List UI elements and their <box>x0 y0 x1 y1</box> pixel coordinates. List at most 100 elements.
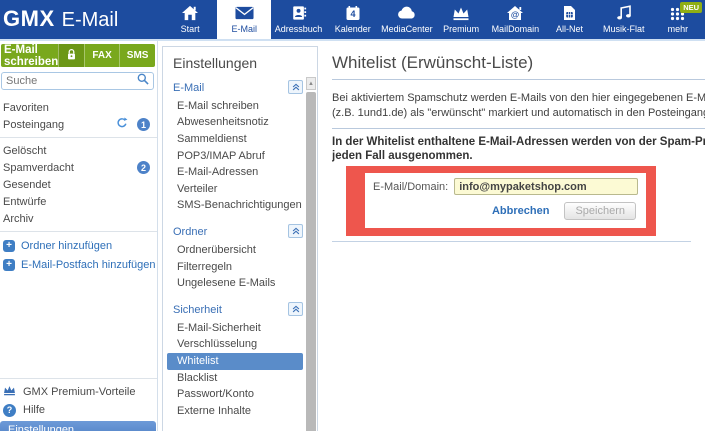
intro-line-2: (z.B. 1und1.de) als "erwünscht" markiert… <box>332 106 705 121</box>
tab-label: E-Mail <box>232 24 258 34</box>
settings-nav-label: Einstellungen <box>8 424 74 431</box>
tab-mediacenter[interactable]: MediaCenter <box>380 0 434 39</box>
settings-item-sammeldienst[interactable]: Sammeldienst <box>163 131 317 148</box>
settings-item-whitelist[interactable]: Whitelist <box>167 353 303 370</box>
settings-nav-item[interactable]: Einstellungen <box>0 421 156 431</box>
folder-sidebar: E-Mail schreiben FAX SMS Favoriten Postei… <box>0 41 158 431</box>
tab-label: Musik-Flat <box>603 24 645 34</box>
crown-icon <box>452 4 470 22</box>
unread-badge: 1 <box>137 118 150 131</box>
fax-button[interactable]: FAX <box>84 44 118 67</box>
settings-sections: E-MailE-Mail schreibenAbwesenheitsnotizS… <box>163 79 317 420</box>
unread-badge: 2 <box>137 161 150 174</box>
collapse-icon[interactable] <box>288 80 303 94</box>
folder-item[interactable]: Favoriten <box>0 99 157 116</box>
tab-kalender[interactable]: 4 Kalender <box>326 0 380 39</box>
tab-email[interactable]: E-Mail <box>217 0 271 39</box>
settings-item-verteiler[interactable]: Verteiler <box>163 181 317 198</box>
tab-label: Kalender <box>335 24 371 34</box>
settings-section-header[interactable]: Sicherheit <box>163 301 317 320</box>
settings-item-e-mail-sicherheit[interactable]: E-Mail-Sicherheit <box>163 320 317 337</box>
sidebar-footer: GMX Premium-Vorteile ? Hilfe Einstellung… <box>0 374 157 431</box>
compose-bar: E-Mail schreiben FAX SMS <box>1 44 155 67</box>
settings-section-header[interactable]: E-Mail <box>163 79 317 98</box>
settings-item-ungelesene-e-mails[interactable]: Ungelesene E-Mails <box>163 275 317 292</box>
sms-button[interactable]: SMS <box>119 44 155 67</box>
settings-section-header[interactable]: Ordner <box>163 223 317 242</box>
settings-item-blacklist[interactable]: Blacklist <box>163 370 317 387</box>
settings-item-ordner-bersicht[interactable]: Ordnerübersicht <box>163 242 317 259</box>
folder-item[interactable]: Gesendet <box>0 176 157 193</box>
folder-label: Entwürfe <box>3 196 150 208</box>
settings-item-pop3-imap-abruf[interactable]: POP3/IMAP Abruf <box>163 148 317 165</box>
compose-email-button[interactable]: E-Mail schreiben <box>1 44 58 67</box>
divider <box>332 79 705 80</box>
settings-item-abwesenheitsnotiz[interactable]: Abwesenheitsnotiz <box>163 115 317 132</box>
add-link[interactable]: +Ordner hinzufügen <box>0 236 157 255</box>
encrypted-compose-button[interactable] <box>58 44 84 67</box>
annotation-highlight: E-Mail/Domain: Abbrechen Speichern <box>346 166 656 236</box>
settings-item-externe-inhalte[interactable]: Externe Inhalte <box>163 403 317 420</box>
calendar-icon: 4 <box>345 4 361 22</box>
tab-start[interactable]: Start <box>163 0 217 39</box>
premium-benefits-link[interactable]: GMX Premium-Vorteile <box>0 383 157 401</box>
folder-label: Archiv <box>3 213 150 225</box>
save-button[interactable]: Speichern <box>564 202 636 220</box>
premium-benefits-label: GMX Premium-Vorteile <box>23 386 135 398</box>
folder-label: Favoriten <box>3 102 150 114</box>
settings-panel-title: Einstellungen <box>163 47 317 75</box>
folder-item[interactable]: Posteingang1 <box>0 116 157 133</box>
collapse-icon[interactable] <box>288 302 303 316</box>
svg-text:4: 4 <box>350 9 355 19</box>
product-name: E-Mail <box>62 9 119 31</box>
folder-label: Gelöscht <box>3 145 150 157</box>
tab-label: MailDomain <box>492 24 540 34</box>
tab-label: MediaCenter <box>381 24 433 34</box>
gmx-logo-text: GMX <box>3 6 55 31</box>
cloud-icon <box>397 4 417 22</box>
settings-item-e-mail-schreiben[interactable]: E-Mail schreiben <box>163 98 317 115</box>
email-domain-input[interactable] <box>454 178 638 195</box>
refresh-icon[interactable] <box>116 117 132 132</box>
folder-item[interactable]: Entwürfe <box>0 193 157 210</box>
email-domain-label: E-Mail/Domain: <box>373 181 448 193</box>
tab-allnet[interactable]: All-Net <box>542 0 596 39</box>
collapse-icon[interactable] <box>288 224 303 238</box>
addressbook-icon <box>291 4 307 22</box>
folder-list: Favoriten Posteingang1 Gelöscht Spamverdach… <box>0 99 157 274</box>
whitelist-entry-form: E-Mail/Domain: Abbrechen Speichern <box>365 173 646 228</box>
scrollbar-thumb[interactable] <box>306 92 316 431</box>
gmx-logo[interactable]: GMX E-Mail <box>3 6 118 32</box>
scrollbar-up-arrow[interactable]: ▲ <box>306 77 316 90</box>
settings-item-passwort-konto[interactable]: Passwort/Konto <box>163 386 317 403</box>
settings-item-sms-benachrichtigungen[interactable]: SMS-Benachrichtigungen <box>163 198 317 215</box>
divider <box>0 231 157 232</box>
tab-mehr[interactable]: NEU mehr <box>651 0 705 39</box>
help-label: Hilfe <box>23 404 45 416</box>
tab-label: Adressbuch <box>275 24 323 34</box>
tab-maildomain[interactable]: @ MailDomain <box>488 0 542 39</box>
folder-item[interactable]: Gelöscht <box>0 142 157 159</box>
tab-musikflat[interactable]: Musik-Flat <box>597 0 651 39</box>
tab-adressbuch[interactable]: Adressbuch <box>271 0 325 39</box>
help-link[interactable]: ? Hilfe <box>0 401 157 419</box>
tab-premium[interactable]: Premium <box>434 0 488 39</box>
folder-item[interactable]: Spamverdacht2 <box>0 159 157 176</box>
whitelist-note-text: In der Whitelist enthaltene E-Mail-Adres… <box>332 136 705 163</box>
search-icon[interactable] <box>137 72 149 90</box>
intro-line-1: Bei aktiviertem Spamschutz werden E-Mail… <box>332 91 705 106</box>
folder-label: Gesendet <box>3 179 150 191</box>
plus-icon: + <box>3 259 15 271</box>
folder-item[interactable]: Archiv <box>0 210 157 227</box>
cancel-link[interactable]: Abbrechen <box>492 205 549 217</box>
gmx-email-app: GMX E-Mail Start E-Mail Adressbuch <box>0 0 705 431</box>
add-link-label: Ordner hinzufügen <box>21 240 112 252</box>
envelope-icon <box>235 4 254 22</box>
settings-item-filterregeln[interactable]: Filterregeln <box>163 259 317 276</box>
settings-item-e-mail-adressen[interactable]: E-Mail-Adressen <box>163 164 317 181</box>
search-input[interactable] <box>6 75 137 87</box>
settings-item-verschl-sselung[interactable]: Verschlüsselung <box>163 337 317 354</box>
help-icon: ? <box>3 404 16 417</box>
top-nav-tabs: Start E-Mail Adressbuch 4 Kalender <box>163 0 705 39</box>
add-link[interactable]: +E-Mail-Postfach hinzufügen <box>0 255 157 274</box>
